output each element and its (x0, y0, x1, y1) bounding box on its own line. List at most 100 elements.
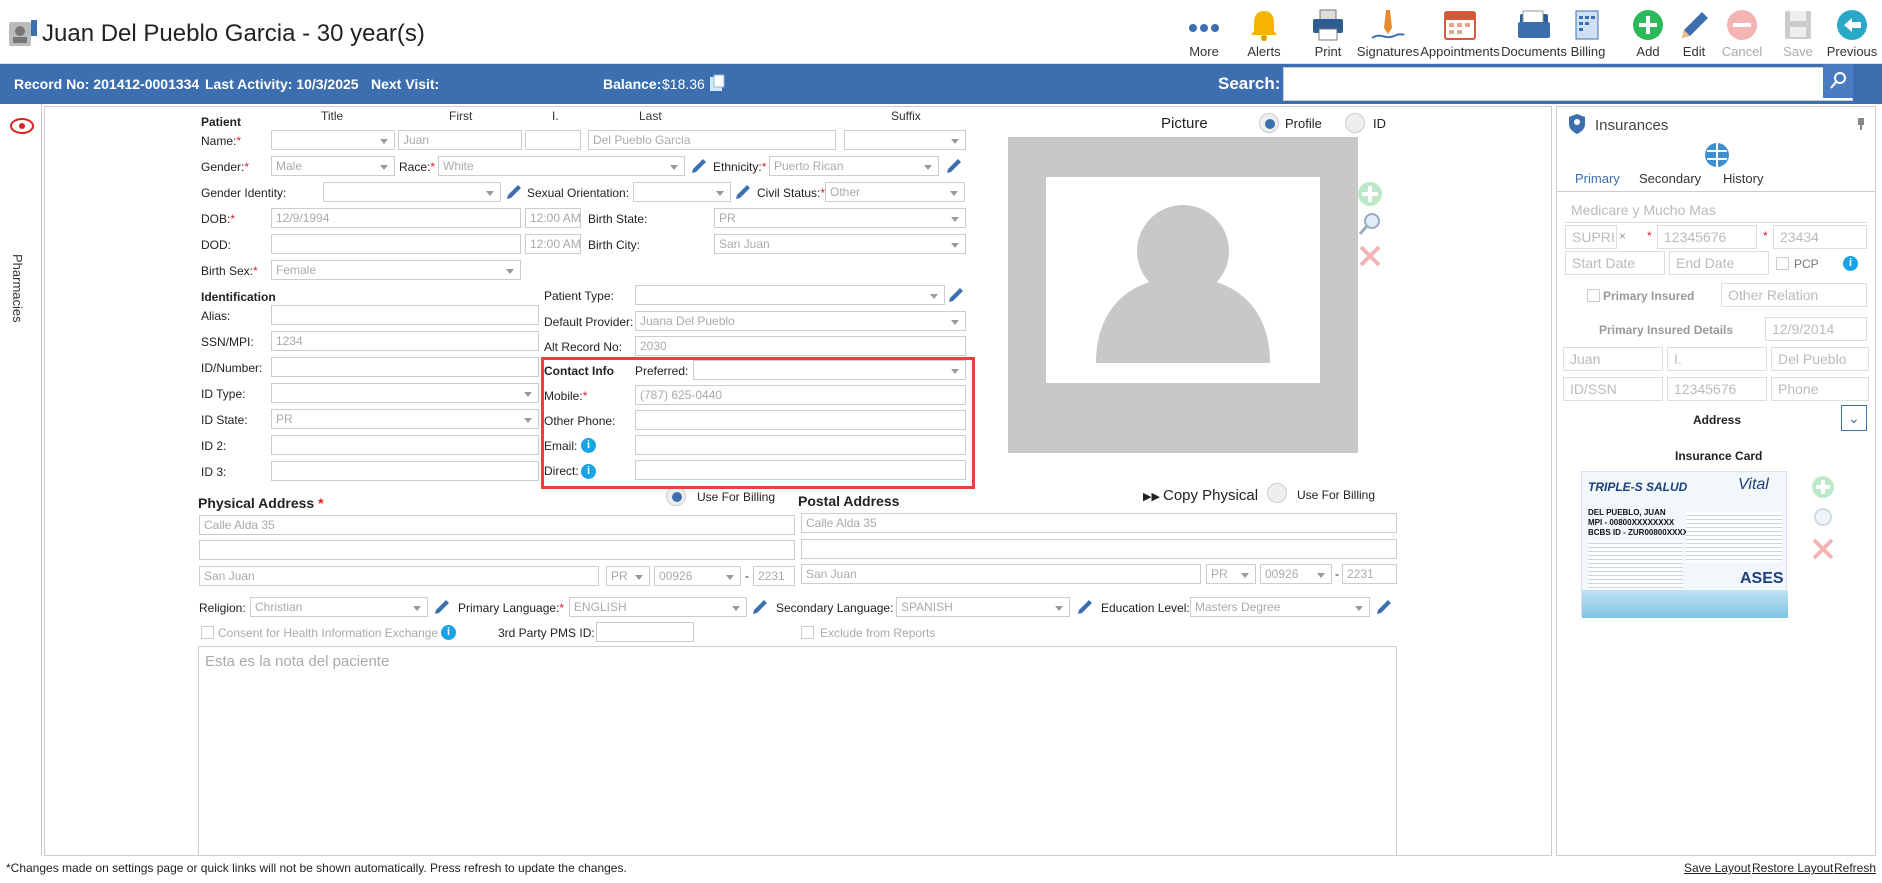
add-card-icon[interactable] (1811, 475, 1835, 499)
other-relation-select[interactable]: Other Relation (1721, 283, 1867, 307)
dob-input[interactable]: 12/9/1994 (271, 208, 521, 228)
insured-phone-input[interactable]: Phone (1771, 377, 1869, 401)
default-provider-select[interactable]: Juana Del Pueblo (635, 311, 966, 331)
search-button[interactable] (1823, 64, 1853, 98)
sexual-orientation-select[interactable] (633, 182, 731, 202)
patient-notes-textarea[interactable]: Esta es la nota del paciente (198, 646, 1397, 856)
start-date-input[interactable]: Start Date (1565, 251, 1665, 275)
insured-dob-input[interactable]: 12/9/2014 (1765, 317, 1867, 341)
race-edit-pencil-icon[interactable] (690, 157, 708, 175)
primary-language-edit-pencil-icon[interactable] (751, 598, 769, 616)
signatures-button[interactable]: Signatures (1354, 8, 1422, 60)
alias-input[interactable] (271, 305, 539, 325)
ethnicity-select[interactable]: Puerto Rican (769, 156, 939, 176)
physical-zip4-input[interactable]: 2231 (753, 566, 795, 586)
delete-photo-icon[interactable] (1357, 243, 1383, 269)
dod-time-input[interactable]: 12:00 AM (525, 234, 581, 254)
insured-first-input[interactable]: Juan (1563, 347, 1663, 371)
balance-detail-icon[interactable] (708, 74, 726, 92)
postal-address-line2[interactable] (801, 539, 1397, 559)
print-button[interactable]: Print (1296, 8, 1360, 60)
end-date-input[interactable]: End Date (1669, 251, 1769, 275)
insured-initial-input[interactable]: I. (1667, 347, 1767, 371)
postal-city-input[interactable]: San Juan (801, 564, 1201, 584)
physical-state-select[interactable]: PR (606, 566, 650, 586)
birth-state-select[interactable]: PR (714, 208, 966, 228)
save-layout-link[interactable]: Save Layout (1684, 861, 1751, 875)
pharmacies-tab[interactable]: Pharmacies (10, 254, 25, 323)
ethnicity-edit-pencil-icon[interactable] (945, 157, 963, 175)
id-state-select[interactable]: PR (271, 409, 539, 429)
pcp-info-icon[interactable]: i (1843, 256, 1858, 271)
restore-layout-link[interactable]: Restore Layout (1752, 861, 1833, 875)
physical-use-billing-radio[interactable] (666, 486, 686, 506)
zoom-photo-icon[interactable] (1357, 211, 1383, 237)
education-level-edit-pencil-icon[interactable] (1375, 598, 1393, 616)
alerts-button[interactable]: Alerts (1232, 8, 1296, 60)
physical-city-input[interactable]: San Juan (199, 566, 599, 586)
id3-input[interactable] (271, 461, 539, 481)
id-type-select[interactable] (271, 383, 539, 403)
physical-address-line1[interactable]: Calle Alda 35 (199, 515, 795, 535)
exclude-reports-checkbox[interactable] (801, 626, 814, 639)
gender-identity-select[interactable] (323, 182, 501, 202)
postal-use-billing-radio[interactable] (1267, 483, 1287, 503)
postal-state-select[interactable]: PR (1206, 564, 1256, 584)
patient-type-edit-pencil-icon[interactable] (947, 286, 965, 304)
group-id-input[interactable]: 23434 (1773, 225, 1867, 249)
copy-physical-link[interactable]: ▶▶ Copy Physical (1143, 487, 1258, 504)
religion-select[interactable]: Christian (250, 597, 428, 617)
id-number-input[interactable] (271, 357, 539, 377)
expand-address-button[interactable]: ⌄ (1841, 405, 1867, 431)
ssn-input[interactable]: 1234 (271, 331, 539, 351)
delete-card-icon[interactable] (1811, 537, 1835, 561)
dod-input[interactable] (271, 234, 521, 254)
id2-input[interactable] (271, 435, 539, 455)
physical-zip-select[interactable]: 00926 (654, 566, 741, 586)
birth-city-select[interactable]: San Juan (714, 234, 966, 254)
more-button[interactable]: More (1172, 8, 1236, 60)
last-name-input[interactable]: Del Pueblo Garcia (588, 130, 836, 150)
gender-select[interactable]: Male (271, 156, 395, 176)
profile-radio[interactable] (1259, 113, 1279, 133)
title-select[interactable] (271, 130, 395, 150)
race-select[interactable]: White (438, 156, 685, 176)
postal-zip4-input[interactable]: 2231 (1342, 564, 1397, 584)
zoom-card-icon[interactable] (1811, 505, 1835, 529)
insured-ssn-value[interactable]: 12345676 (1667, 377, 1767, 401)
patient-type-select[interactable] (635, 285, 945, 305)
billing-button[interactable]: Billing (1556, 8, 1620, 60)
insured-last-input[interactable]: Del Pueblo (1771, 347, 1869, 371)
tab-secondary[interactable]: Secondary (1639, 171, 1701, 186)
tab-history[interactable]: History (1723, 171, 1763, 186)
pin-icon[interactable] (1855, 117, 1867, 131)
religion-edit-pencil-icon[interactable] (433, 598, 451, 616)
dob-time-input[interactable]: 12:00 AM (525, 208, 581, 228)
code-clear-icon[interactable]: × (1619, 229, 1626, 243)
suffix-select[interactable] (844, 130, 966, 150)
cancel-button[interactable]: Cancel (1710, 8, 1774, 60)
postal-zip-select[interactable]: 00926 (1260, 564, 1332, 584)
eye-icon[interactable] (10, 116, 34, 136)
consent-checkbox[interactable] (201, 626, 214, 639)
birth-sex-select[interactable]: Female (271, 260, 521, 280)
pcp-checkbox[interactable] (1776, 257, 1789, 270)
middle-initial-input[interactable] (525, 130, 581, 150)
appointments-button[interactable]: Appointments (1420, 8, 1500, 60)
refresh-link[interactable]: Refresh (1834, 861, 1876, 875)
add-photo-icon[interactable] (1357, 181, 1383, 207)
consent-info-icon[interactable]: i (441, 625, 456, 640)
secondary-language-select[interactable]: SPANISH (896, 597, 1070, 617)
education-level-select[interactable]: Masters Degree (1190, 597, 1370, 617)
tab-primary[interactable]: Primary (1569, 171, 1626, 186)
secondary-language-edit-pencil-icon[interactable] (1076, 598, 1094, 616)
member-id-input[interactable]: 12345676 (1657, 225, 1757, 249)
sexual-orientation-edit-pencil-icon[interactable] (734, 183, 752, 201)
insurance-code-select[interactable]: SUPRI (1565, 225, 1617, 249)
alt-record-input[interactable]: 2030 (635, 336, 966, 356)
postal-address-line1[interactable]: Calle Alda 35 (801, 513, 1397, 533)
civil-status-select[interactable]: Other (825, 182, 965, 202)
primary-insured-checkbox[interactable] (1587, 289, 1600, 302)
gender-identity-edit-pencil-icon[interactable] (505, 183, 523, 201)
pms-id-input[interactable] (596, 622, 694, 642)
